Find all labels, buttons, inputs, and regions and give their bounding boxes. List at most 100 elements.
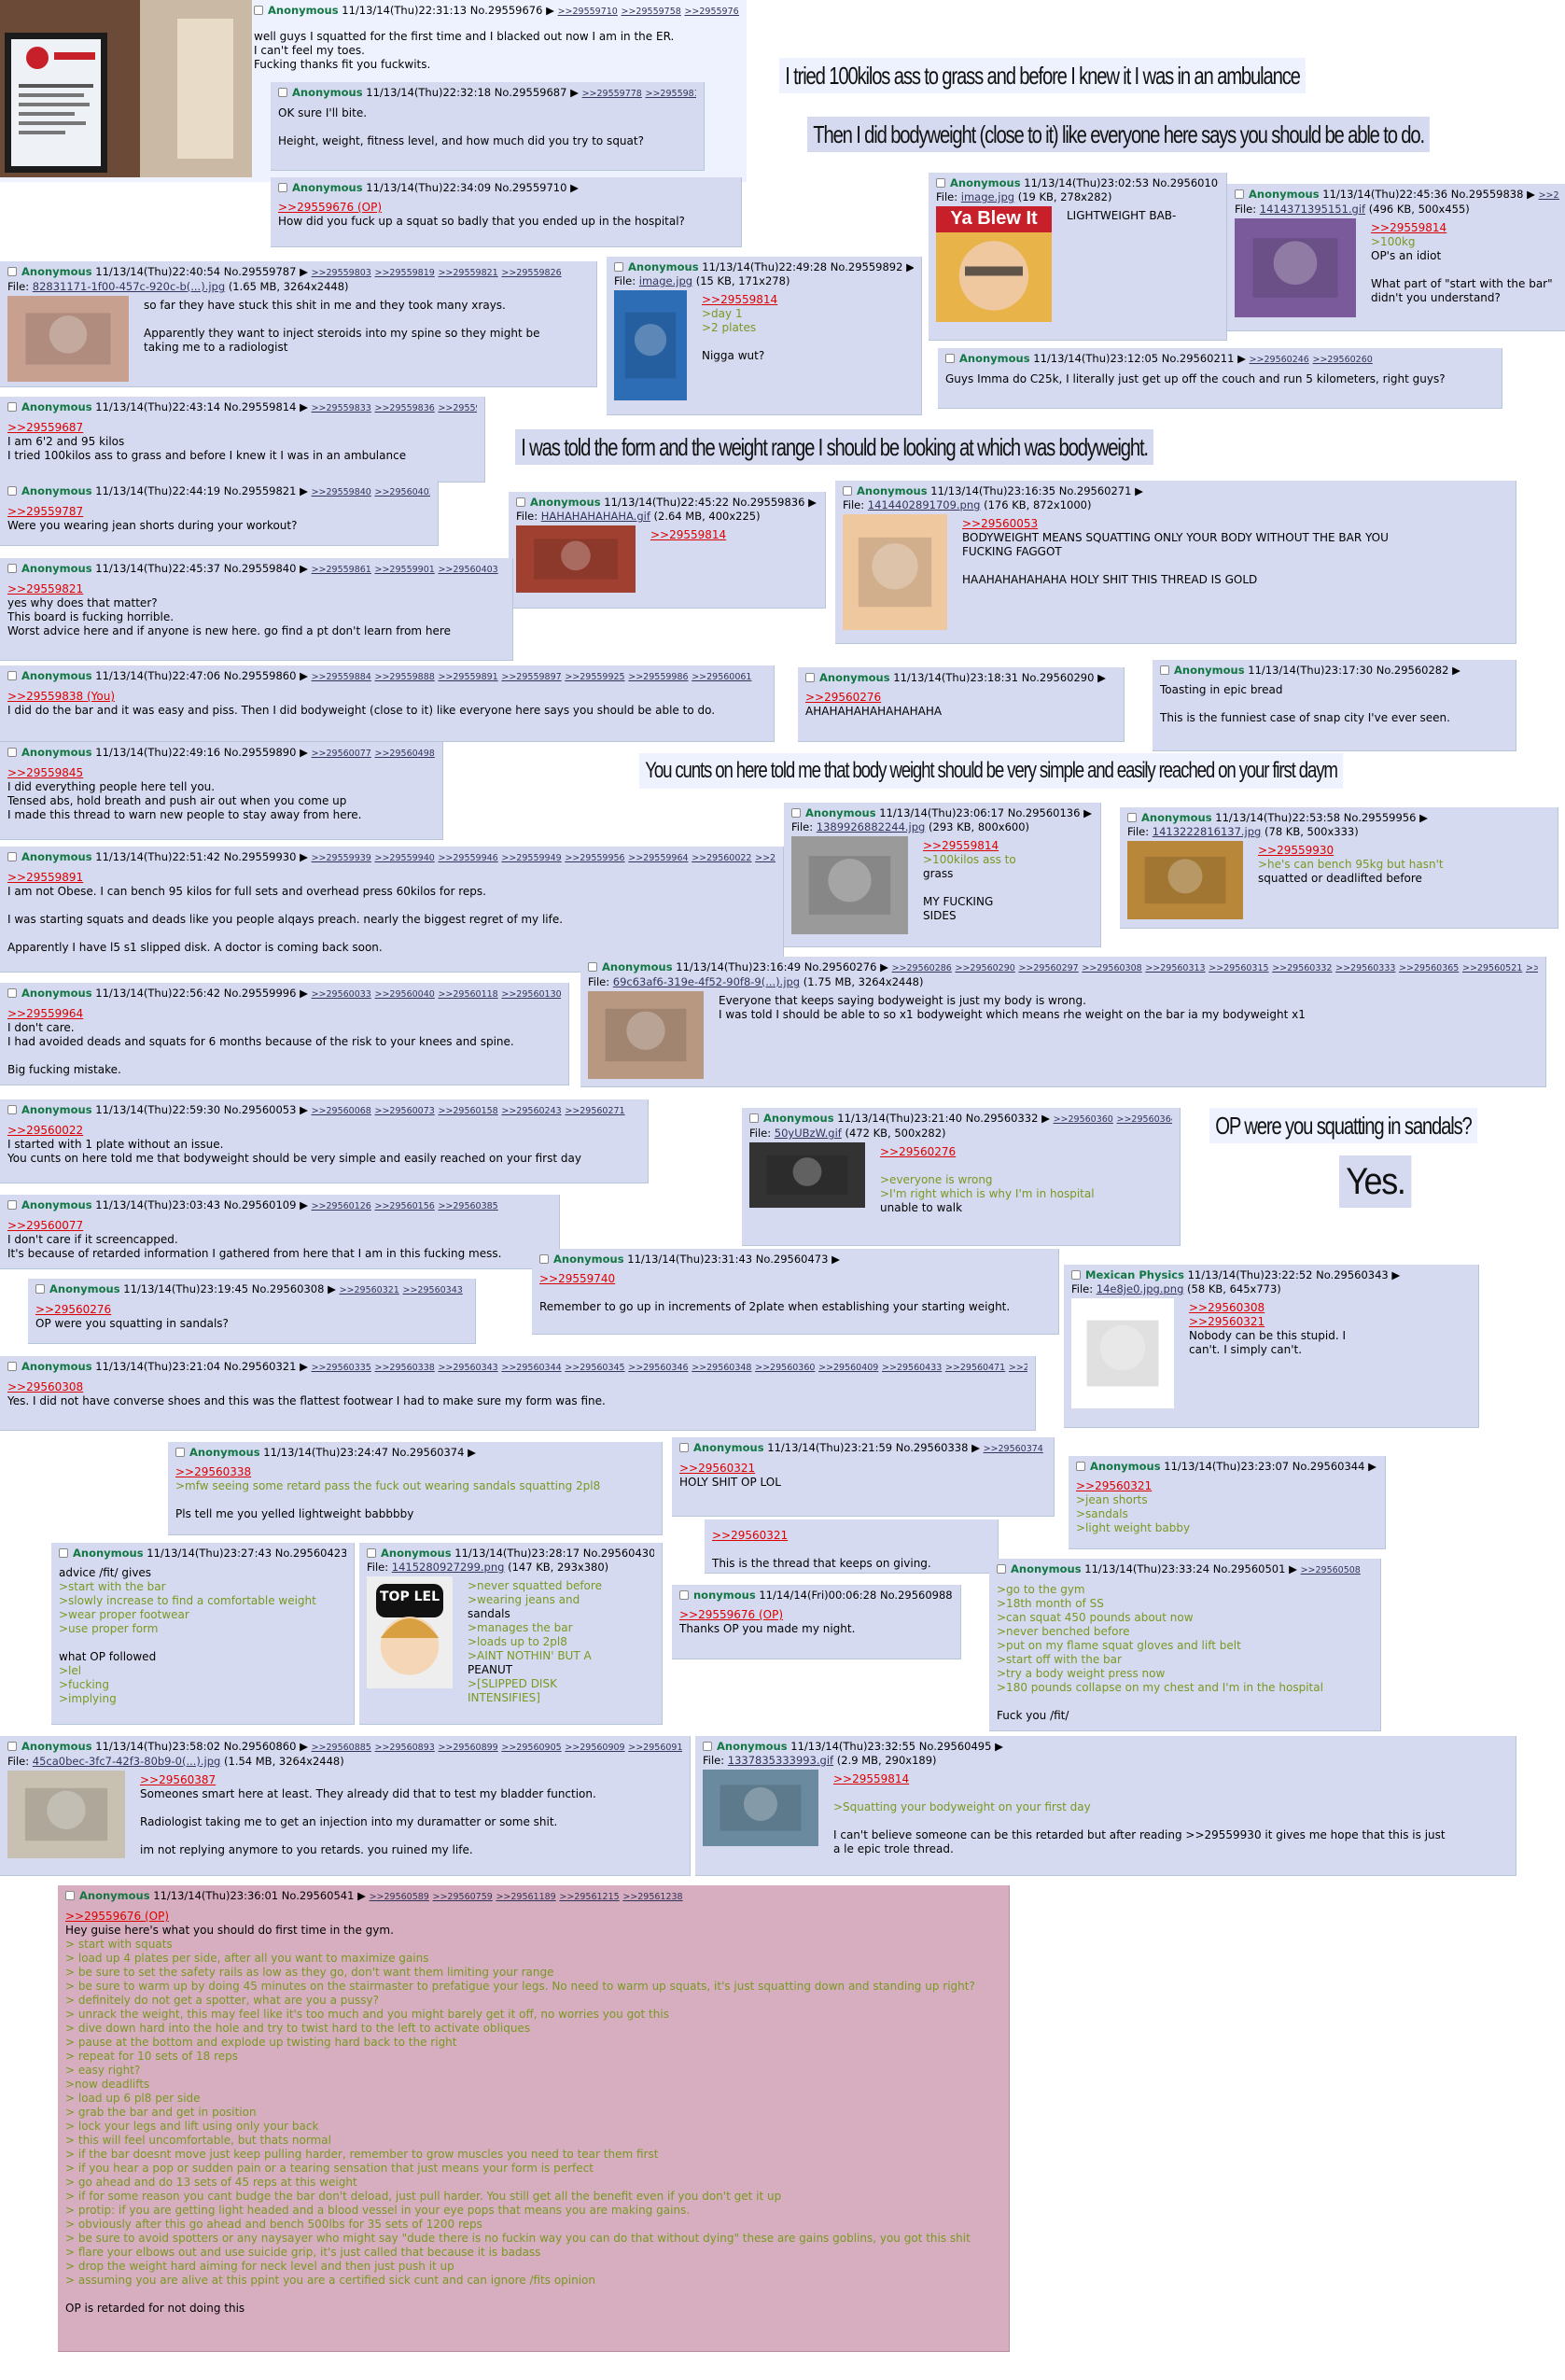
post-thumbnail[interactable]: [749, 1142, 865, 1208]
backlink[interactable]: >>29559939: [312, 853, 371, 863]
post-number[interactable]: No.29559814: [224, 400, 297, 413]
backlink[interactable]: >>29560286: [892, 963, 952, 973]
post-menu-arrow-icon[interactable]: ▶: [1391, 1268, 1400, 1281]
post-menu-arrow-icon[interactable]: ▶: [300, 1740, 308, 1753]
post-checkbox[interactable]: [254, 6, 263, 15]
message-line[interactable]: >>29560338: [175, 1465, 654, 1479]
file-link[interactable]: image.jpg: [961, 190, 1014, 203]
post-checkbox[interactable]: [7, 1200, 17, 1210]
backlink[interactable]: >>29560909: [565, 1743, 624, 1753]
post-menu-arrow-icon[interactable]: ▶: [300, 1360, 308, 1373]
backlink[interactable]: >>29560521: [1462, 963, 1522, 973]
backlink[interactable]: >>29560912: [628, 1743, 682, 1753]
backlink[interactable]: >>29559840: [312, 487, 371, 497]
post-number[interactable]: No.29559710: [495, 181, 567, 194]
message-line[interactable]: >>29559821: [7, 582, 505, 596]
post-number[interactable]: No.29560541: [282, 1889, 355, 1902]
post-number[interactable]: No.29560211: [1162, 352, 1235, 365]
file-link[interactable]: 1414371395151.gif: [1260, 203, 1365, 216]
backlink[interactable]: >>29: [1539, 190, 1559, 201]
file-link[interactable]: HAHAHAHAHAHA.gif: [541, 510, 650, 523]
post-checkbox[interactable]: [703, 1742, 712, 1751]
post-thumbnail[interactable]: Ya Blew It: [936, 206, 1052, 322]
post-menu-arrow-icon[interactable]: ▶: [570, 181, 579, 194]
backlink[interactable]: >>29560345: [565, 1363, 624, 1373]
post-checkbox[interactable]: [7, 748, 17, 757]
backlink[interactable]: >>29560260: [1313, 355, 1373, 365]
post-thumbnail[interactable]: [791, 836, 908, 934]
message-line[interactable]: >>29559845: [7, 766, 435, 780]
post-number[interactable]: No.29560423: [275, 1547, 346, 1560]
post-checkbox[interactable]: [7, 852, 17, 861]
backlink[interactable]: >>29559778: [582, 89, 642, 99]
file-link[interactable]: 1413222816137.jpg: [1153, 825, 1262, 838]
post-number[interactable]: No.29560374: [392, 1446, 465, 1459]
backlink[interactable]: >>29560374: [984, 1444, 1043, 1454]
post-checkbox[interactable]: [1076, 1462, 1085, 1471]
backlink[interactable]: >>29559833: [312, 403, 371, 413]
backlink[interactable]: >>29559949: [501, 853, 561, 863]
backlink[interactable]: >>29559891: [438, 672, 497, 682]
post-number[interactable]: No.29559996: [224, 987, 297, 1000]
file-link[interactable]: 1389926882244.jpg: [817, 820, 926, 833]
post-menu-arrow-icon[interactable]: ▶: [1419, 811, 1428, 824]
backlink[interactable]: >>29559826: [501, 268, 561, 278]
backlink[interactable]: >>29559946: [438, 853, 497, 863]
post-number[interactable]: No.29559676: [470, 4, 543, 17]
file-link[interactable]: 1337835333993.gif: [728, 1754, 833, 1767]
backlink[interactable]: >>29560409: [818, 1363, 878, 1373]
backlink[interactable]: >>29559964: [628, 853, 688, 863]
post-thumbnail[interactable]: [516, 525, 636, 593]
post-thumbnail[interactable]: [7, 296, 129, 382]
backlink[interactable]: >>29559986: [628, 672, 688, 682]
backlink[interactable]: >>29559925: [565, 672, 624, 682]
backlink[interactable]: >>29560297: [1018, 963, 1078, 973]
file-link[interactable]: image.jpg: [639, 274, 692, 287]
backlink[interactable]: >>29559814: [646, 89, 696, 99]
backlink[interactable]: >>29559956: [565, 853, 624, 863]
backlink[interactable]: >>29560343: [403, 1285, 463, 1295]
backlink[interactable]: >>29560338: [375, 1363, 435, 1373]
post-number[interactable]: No.29560344: [1293, 1460, 1365, 1473]
post-checkbox[interactable]: [516, 497, 525, 507]
message-line[interactable]: >>29560321: [712, 1529, 990, 1543]
message-line[interactable]: >>29559676 (OP): [278, 201, 734, 215]
post-number[interactable]: No.29560276: [804, 960, 877, 973]
backlink[interactable]: >>29560118: [438, 989, 497, 1000]
post-checkbox[interactable]: [59, 1548, 68, 1558]
backlink[interactable]: >>29560759: [433, 1892, 493, 1902]
post-number[interactable]: No.29560495: [919, 1740, 992, 1753]
backlink[interactable]: >>29560308: [1082, 963, 1141, 973]
post-menu-arrow-icon[interactable]: ▶: [1368, 1460, 1376, 1473]
backlink[interactable]: >>29559758: [622, 7, 681, 17]
backlink[interactable]: >>29561238: [622, 1892, 682, 1902]
post-checkbox[interactable]: [1160, 665, 1169, 675]
post-number[interactable]: No.29559930: [224, 850, 297, 863]
post-number[interactable]: No.29560988: [880, 1589, 953, 1602]
backlink[interactable]: >>29560156: [375, 1201, 435, 1211]
message-line[interactable]: >>29559787: [7, 505, 430, 519]
post-thumbnail[interactable]: [1071, 1298, 1174, 1408]
post-menu-arrow-icon[interactable]: ▶: [300, 484, 308, 497]
message-line[interactable]: >>29559964: [7, 1007, 561, 1021]
post-thumbnail[interactable]: [843, 514, 947, 630]
post-number[interactable]: No.29560109: [224, 1198, 297, 1211]
post-menu-arrow-icon[interactable]: ▶: [1237, 352, 1246, 365]
backlink[interactable]: >>29560061: [692, 672, 751, 682]
post-checkbox[interactable]: [7, 1742, 17, 1751]
backlink[interactable]: >>29560126: [312, 1201, 371, 1211]
post-number[interactable]: No.29560860: [224, 1740, 297, 1753]
backlink[interactable]: >>29560335: [312, 1363, 371, 1373]
post-checkbox[interactable]: [614, 262, 623, 272]
backlink[interactable]: >>29560885: [312, 1743, 371, 1753]
post-menu-arrow-icon[interactable]: ▶: [300, 265, 308, 278]
backlink[interactable]: >>29559819: [375, 268, 435, 278]
message-line[interactable]: >>29560321: [679, 1462, 1046, 1476]
message-line[interactable]: >>29559676 (OP): [679, 1608, 953, 1622]
backlink[interactable]: >>29560899: [438, 1743, 497, 1753]
post-menu-arrow-icon[interactable]: ▶: [995, 1740, 1003, 1753]
post-thumbnail[interactable]: [614, 290, 687, 400]
post-number[interactable]: No.29559956: [1344, 811, 1417, 824]
post-checkbox[interactable]: [997, 1564, 1006, 1574]
post-checkbox[interactable]: [539, 1254, 549, 1264]
